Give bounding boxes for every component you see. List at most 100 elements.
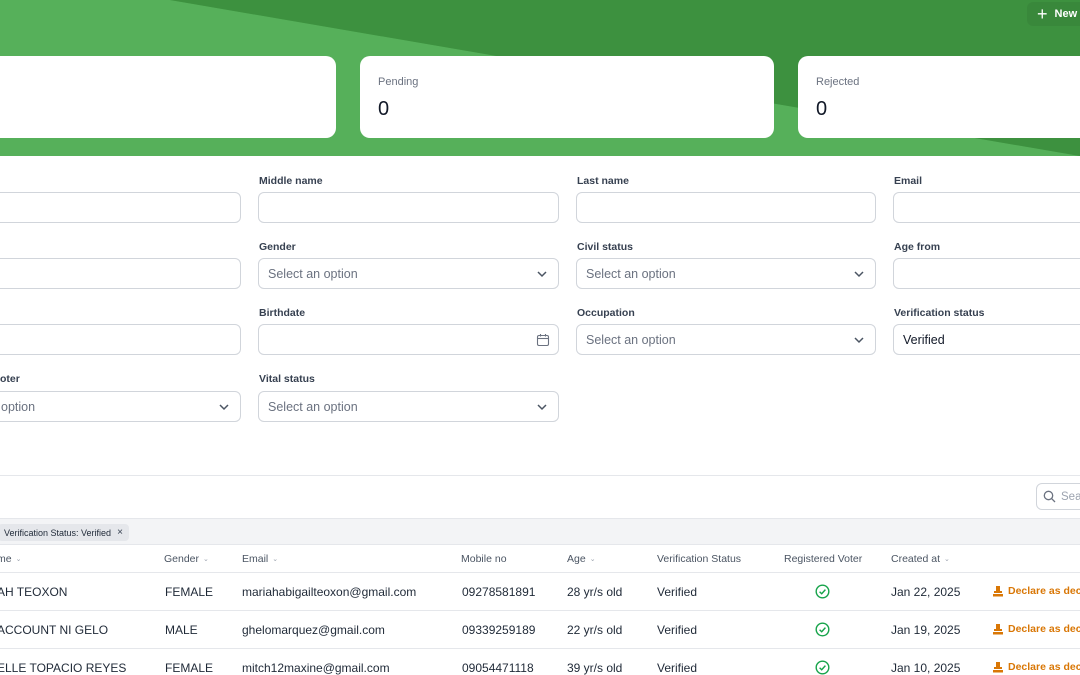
column-header-age[interactable]: Age ⌄ — [567, 553, 596, 565]
plus-icon: + — [1037, 4, 1048, 24]
cell-created-at: Jan 19, 2025 — [891, 623, 961, 637]
cell-gender: FEMALE — [165, 661, 214, 675]
chevron-down-icon — [854, 337, 864, 344]
gender-label: Gender — [259, 241, 296, 253]
civil-status-select-value: Select an option — [586, 266, 676, 281]
gender-select[interactable]: Select an option — [258, 258, 559, 289]
declare-deceased-button[interactable]: Declare as dece — [992, 585, 1080, 597]
active-filter-label: Verification Status: Verified — [4, 527, 112, 538]
verification-status-select[interactable]: Verified — [893, 324, 1080, 355]
declare-deceased-button[interactable]: Declare as dece — [992, 623, 1080, 635]
chevron-down-icon — [537, 271, 547, 278]
cell-verification: Verified — [657, 623, 698, 637]
column-header-registered-voter: Registered Voter — [784, 553, 863, 565]
age-from-label: Age from — [894, 241, 941, 253]
vital-status-select-value: Select an option — [268, 399, 358, 414]
cell-email: mariahabigailteoxon@gmail.com — [242, 585, 417, 599]
cell-gender: FEMALE — [165, 585, 214, 599]
registered-voter-select[interactable]: option — [0, 391, 241, 422]
sort-icon: ⌄ — [944, 556, 950, 563]
registered-voter-select-value: option — [1, 399, 36, 414]
column-header-created-at[interactable]: Created at ⌄ — [891, 553, 950, 565]
age-from-input[interactable] — [893, 258, 1080, 289]
column-header-gender[interactable]: Gender ⌄ — [164, 553, 209, 565]
occupation-select[interactable]: Select an option — [576, 324, 876, 355]
last-name-label: Last name — [577, 175, 629, 187]
occupation-label: Occupation — [577, 307, 635, 319]
column-header-verification: Verification Status — [657, 553, 742, 565]
gavel-icon — [993, 586, 1003, 597]
chevron-down-icon — [537, 404, 547, 411]
cell-name: ELLE TOPACIO REYES — [0, 661, 127, 675]
declare-deceased-button[interactable]: Declare as dece — [992, 661, 1080, 673]
search-placeholder: Sea — [1061, 490, 1080, 503]
cell-email: ghelomarquez@gmail.com — [242, 623, 385, 637]
new-button-label: New — [1054, 8, 1078, 20]
last-name-input[interactable] — [576, 192, 876, 223]
cell-name: ACCOUNT NI GELO — [0, 623, 109, 637]
gavel-icon — [993, 624, 1003, 635]
sort-icon: ⌄ — [589, 556, 596, 563]
cell-email: mitch12maxine@gmail.com — [242, 661, 390, 675]
stat-card-verified — [0, 56, 336, 138]
verification-status-label: Verification status — [894, 307, 985, 319]
check-circle-icon — [815, 660, 830, 675]
civil-status-select[interactable]: Select an option — [576, 258, 876, 289]
cell-mobile: 09339259189 — [462, 623, 536, 637]
sort-icon: ⌄ — [15, 556, 22, 563]
chevron-down-icon — [854, 271, 864, 278]
civil-status-label: Civil status — [577, 241, 634, 253]
stat-label: Pending — [378, 76, 419, 88]
vital-status-label: Vital status — [259, 373, 315, 385]
column-header-mobile: Mobile no — [461, 553, 507, 565]
birthdate-label: Birthdate — [259, 307, 306, 319]
stat-card-pending: Pending 0 — [360, 56, 774, 138]
table-row[interactable]: ELLE TOPACIO REYES FEMALE mitch12maxine@… — [0, 648, 1080, 675]
place-input[interactable] — [0, 324, 241, 355]
suffix-input[interactable] — [0, 258, 241, 289]
column-header-name[interactable]: me ⌄ — [0, 553, 21, 565]
first-name-input[interactable] — [0, 192, 241, 223]
table-row[interactable]: ACCOUNT NI GELO MALE ghelomarquez@gmail.… — [0, 610, 1080, 648]
email-label: Email — [894, 175, 923, 187]
sort-icon: ⌄ — [272, 556, 279, 563]
cell-mobile: 09054471118 — [462, 661, 534, 675]
registered-voter-label: oter — [0, 373, 20, 385]
check-circle-icon — [815, 622, 830, 637]
cell-verification: Verified — [657, 661, 698, 675]
gavel-icon — [993, 662, 1003, 673]
cell-name: AH TEOXON — [0, 585, 68, 599]
stat-value: 0 — [816, 98, 828, 120]
chevron-down-icon — [219, 404, 229, 411]
middle-name-input[interactable] — [258, 192, 559, 223]
cell-age: 22 yr/s old — [567, 623, 623, 637]
column-header-email[interactable]: Email ⌄ — [242, 553, 278, 565]
cell-created-at: Jan 22, 2025 — [891, 585, 961, 599]
occupation-select-value: Select an option — [586, 332, 676, 347]
cell-created-at: Jan 10, 2025 — [891, 661, 961, 675]
verification-status-select-value: Verified — [903, 332, 945, 347]
stat-label: Rejected — [816, 76, 860, 88]
vital-status-select[interactable]: Select an option — [258, 391, 559, 422]
birthdate-input[interactable] — [258, 324, 559, 355]
remove-filter-icon[interactable]: × — [117, 527, 123, 538]
cell-mobile: 09278581891 — [462, 585, 536, 599]
gender-select-value: Select an option — [268, 266, 358, 281]
calendar-icon — [536, 334, 550, 347]
cell-age: 28 yr/s old — [567, 585, 623, 599]
cell-age: 39 yr/s old — [567, 661, 623, 675]
section-divider — [0, 475, 1080, 476]
active-filter-chip: Verification Status: Verified × — [0, 524, 129, 541]
check-circle-icon — [815, 584, 830, 599]
stat-value: 0 — [378, 98, 390, 120]
table-search-input[interactable]: Sea — [1036, 483, 1080, 510]
new-button[interactable]: + New — [1027, 2, 1080, 26]
search-icon — [1043, 490, 1056, 503]
active-filters-bar: Verification Status: Verified × — [0, 518, 1080, 545]
sort-icon: ⌄ — [203, 556, 209, 563]
cell-verification: Verified — [657, 585, 698, 599]
table-row[interactable]: AH TEOXON FEMALE mariahabigailteoxon@gma… — [0, 572, 1080, 610]
stat-card-rejected: Rejected 0 — [798, 56, 1080, 138]
email-input[interactable] — [893, 192, 1080, 223]
cell-gender: MALE — [165, 623, 198, 637]
